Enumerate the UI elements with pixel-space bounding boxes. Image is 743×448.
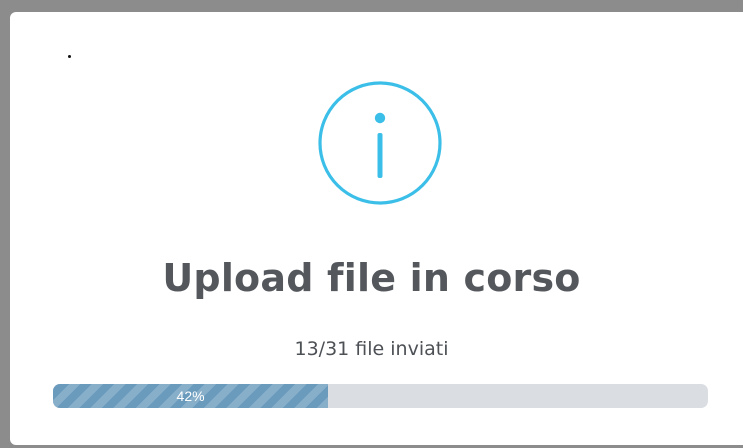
- upload-status-text: 13/31 file inviati: [294, 338, 449, 360]
- screen-frame: Upload file in corso 13/31 file inviati …: [0, 0, 743, 448]
- dialog-title: Upload file in corso: [162, 256, 581, 300]
- progress-fill: 42%: [53, 384, 329, 408]
- upload-progress-dialog: Upload file in corso 13/31 file inviati …: [10, 12, 743, 445]
- info-icon: [318, 81, 442, 205]
- upload-progress-bar: 42%: [53, 384, 708, 408]
- progress-percent-label: 42%: [176, 388, 205, 404]
- dot-mark: [68, 55, 71, 58]
